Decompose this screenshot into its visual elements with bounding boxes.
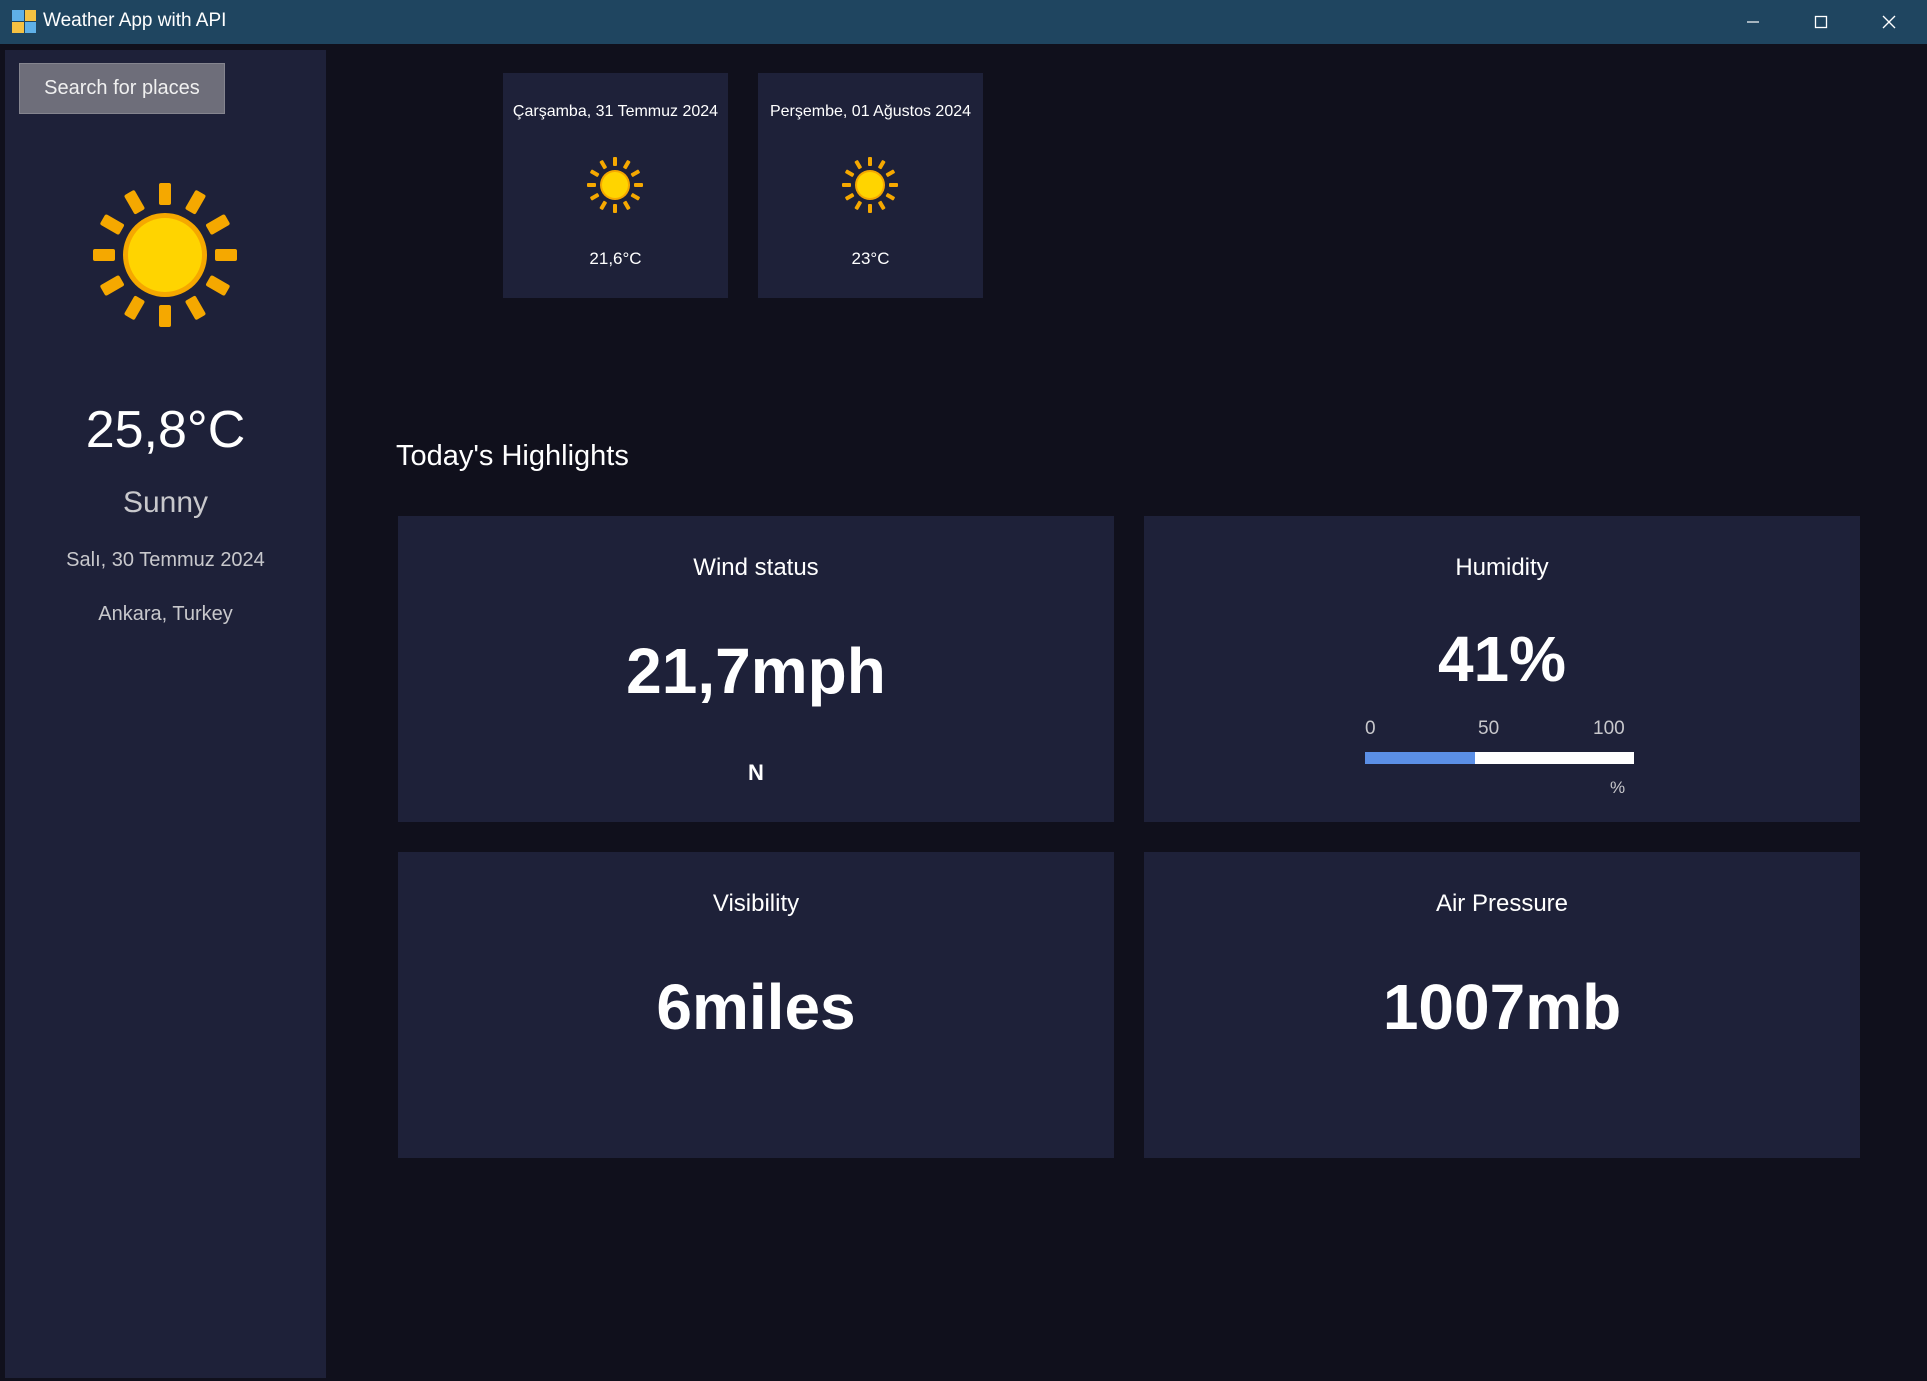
sun-icon — [587, 157, 643, 213]
forecast-card: Çarşamba, 31 Temmuz 2024 21,6°C — [503, 73, 728, 298]
close-button[interactable] — [1855, 0, 1923, 44]
forecast-date: Çarşamba, 31 Temmuz 2024 — [512, 103, 719, 120]
humidity-scale: 0 50 100 — [1365, 718, 1645, 742]
wind-direction: N — [748, 760, 764, 785]
wind-speed-value: 21,7mph — [626, 635, 886, 707]
humidity-bar — [1365, 752, 1634, 764]
minimize-button[interactable] — [1719, 0, 1787, 44]
sun-icon — [842, 157, 898, 213]
visibility-label: Visibility — [712, 890, 800, 917]
visibility-value: 6miles — [656, 971, 856, 1043]
weather-condition: Sunny — [122, 486, 209, 519]
title-bar: Weather App with API — [0, 0, 1927, 44]
maximize-icon — [1814, 15, 1828, 29]
humidity-label: Humidity — [1455, 554, 1549, 581]
air-pressure-label: Air Pressure — [1435, 890, 1569, 917]
humidity-tick-label: 100 — [1593, 718, 1625, 739]
sun-icon — [93, 183, 237, 327]
forecast-temperature: 21,6°C — [589, 249, 642, 268]
air-pressure-value: 1007mb — [1382, 971, 1622, 1043]
close-icon — [1882, 15, 1896, 29]
forecast-card: Perşembe, 01 Ağustos 2024 23°C — [758, 73, 983, 298]
visibility-card: Visibility 6miles — [398, 852, 1114, 1158]
window-title: Weather App with API — [43, 10, 227, 31]
humidity-value: 41% — [1437, 623, 1567, 695]
search-places-button[interactable]: Search for places — [19, 63, 225, 114]
wind-status-card: Wind status 21,7mph N — [398, 516, 1114, 822]
humidity-card: Humidity 41% 0 50 100 % — [1144, 516, 1860, 822]
app-icon — [12, 10, 36, 33]
location-label: Ankara, Turkey — [98, 603, 233, 625]
current-weather-panel: Search for places 25,8°C Sunny Salı, 30 … — [5, 50, 326, 1378]
air-pressure-card: Air Pressure 1007mb — [1144, 852, 1860, 1158]
humidity-unit: % — [1610, 778, 1626, 797]
minimize-icon — [1747, 21, 1759, 23]
humidity-tick-label: 50 — [1478, 718, 1500, 739]
forecast-temperature: 23°C — [851, 249, 890, 268]
current-date: Salı, 30 Temmuz 2024 — [66, 549, 265, 571]
forecast-date: Perşembe, 01 Ağustos 2024 — [769, 103, 972, 120]
maximize-button[interactable] — [1787, 0, 1855, 44]
highlights-title: Today's Highlights — [396, 440, 629, 472]
humidity-tick-label: 0 — [1365, 718, 1376, 739]
humidity-bar-fill — [1365, 752, 1476, 764]
current-temperature: 25,8°C — [85, 401, 246, 459]
wind-status-label: Wind status — [693, 554, 819, 581]
